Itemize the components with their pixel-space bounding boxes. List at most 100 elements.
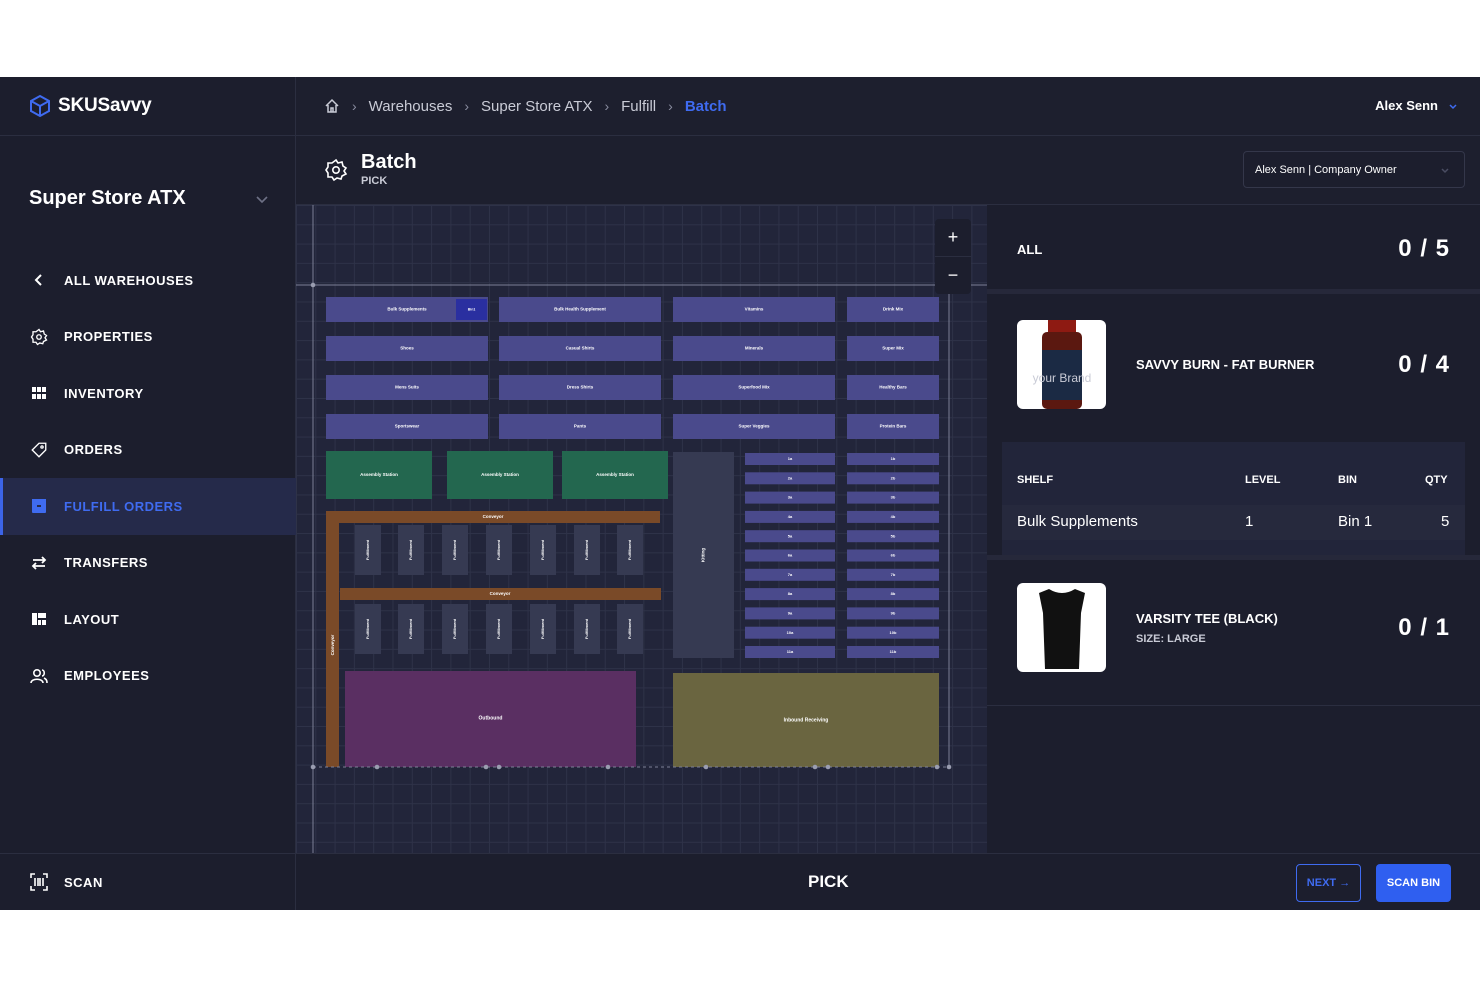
map-handle[interactable] bbox=[374, 764, 380, 770]
chevron-left-icon bbox=[30, 271, 48, 289]
table-row[interactable]: Bulk Supplements 1 Bin 1 5 bbox=[1002, 505, 1465, 540]
sidebar-item-all-warehouses[interactable]: ALL WAREHOUSES bbox=[0, 252, 296, 309]
shelf-label: Mens Suits bbox=[395, 385, 419, 390]
shelf-label: Casual Shirts bbox=[566, 346, 595, 351]
all-label: ALL bbox=[1017, 241, 1043, 257]
role-select[interactable]: Alex Senn | Company Owner bbox=[1243, 151, 1465, 188]
chevron-down-icon bbox=[1441, 168, 1449, 174]
shelf-label: Super Veggies bbox=[738, 424, 770, 429]
page-title: Batch bbox=[361, 151, 417, 173]
shelf-label: Bulk Health Supplement bbox=[554, 307, 606, 312]
user-menu[interactable]: Alex Senn bbox=[1375, 98, 1458, 113]
chevron-right-icon: › bbox=[464, 98, 469, 114]
list-item[interactable]: your Brand SAVVY BURN - FAT BURNER 0 / 4 bbox=[987, 320, 1480, 409]
sidebar-item-layout[interactable]: LAYOUT bbox=[0, 591, 296, 648]
map-handle[interactable] bbox=[703, 764, 709, 770]
divider bbox=[987, 555, 1480, 560]
zoom-out-button[interactable]: − bbox=[935, 256, 971, 293]
bin-label: 7b bbox=[891, 572, 896, 577]
warehouse-map[interactable]: Bulk Supplements Shoes Mens Suits Sportswea… bbox=[296, 205, 987, 853]
shelf-label: Superfood Mix bbox=[738, 385, 770, 390]
all-items-row[interactable]: ALL 0 / 5 bbox=[987, 209, 1480, 294]
fulfillment-label: Fulfillment bbox=[540, 539, 545, 560]
sidebar-item-label: INVENTORY bbox=[64, 385, 144, 401]
bin-label: 11b bbox=[890, 649, 897, 654]
inbound-label: Inbound Receiving bbox=[784, 717, 829, 723]
sidebar-item-transfers[interactable]: TRANSFERS bbox=[0, 535, 296, 592]
item-name: VARSITY TEE (BLACK) bbox=[1136, 610, 1278, 626]
chevron-down-icon bbox=[1449, 103, 1457, 109]
sidebar-item-label: EMPLOYEES bbox=[64, 668, 150, 684]
col-shelf-header: SHELF bbox=[1017, 474, 1054, 486]
list-item[interactable]: VARSITY TEE (BLACK) SIZE: LARGE 0 / 1 bbox=[987, 583, 1480, 672]
bin-label: 1b bbox=[891, 456, 896, 461]
shelf-label: Drink Mix bbox=[883, 307, 904, 312]
fulfillment-label: Fulfillment bbox=[627, 539, 632, 560]
supplement-bottle-image: your Brand bbox=[1032, 320, 1091, 409]
sidebar-item-fulfill-orders[interactable]: FULFILL ORDERS bbox=[0, 478, 296, 535]
map-handle[interactable] bbox=[310, 282, 316, 288]
kitting-label: Kitting bbox=[701, 548, 706, 562]
gear-icon[interactable] bbox=[324, 158, 348, 182]
next-button[interactable]: NEXT → bbox=[1296, 864, 1361, 902]
page-subtitle: PICK bbox=[361, 175, 388, 187]
sidebar-item-label: ORDERS bbox=[64, 442, 123, 458]
shelf-label: Bulk Supplements bbox=[387, 307, 427, 312]
cell-shelf: Bulk Supplements bbox=[1017, 513, 1138, 530]
map-handle[interactable] bbox=[812, 764, 818, 770]
zoom-controls: + − bbox=[935, 219, 971, 294]
outbound-label: Outbound bbox=[479, 715, 503, 721]
map-handle[interactable] bbox=[934, 764, 940, 770]
map-handle[interactable] bbox=[310, 764, 316, 770]
scan-button[interactable]: SCAN bbox=[0, 853, 296, 910]
cell-level: 1 bbox=[1245, 513, 1254, 530]
bin-label: 10b bbox=[890, 630, 897, 635]
home-icon[interactable] bbox=[324, 98, 340, 114]
app-window: SKUSavvy Super Store ATX ALL WAREHOUSES … bbox=[0, 77, 1480, 910]
breadcrumb-item-batch[interactable]: Batch bbox=[685, 98, 727, 115]
fulfillment-label: Fulfillment bbox=[627, 618, 632, 639]
box-icon bbox=[30, 497, 48, 515]
shelf-label: Minerals bbox=[745, 346, 764, 351]
chevron-down-icon bbox=[256, 195, 268, 203]
scan-label: SCAN bbox=[64, 874, 103, 890]
bin-label: 3a bbox=[788, 495, 793, 500]
fulfillment-label: Fulfillment bbox=[408, 539, 413, 560]
assembly-label: Assembly Station bbox=[596, 472, 634, 477]
sidebar-item-orders[interactable]: ORDERS bbox=[0, 422, 296, 479]
sidebar-item-label: ALL WAREHOUSES bbox=[64, 272, 194, 288]
shelf-label: Dress Shirts bbox=[567, 385, 594, 390]
zoom-in-button[interactable]: + bbox=[935, 219, 971, 256]
map-handle[interactable] bbox=[605, 764, 611, 770]
map-handle[interactable] bbox=[496, 764, 502, 770]
bin-label: 8b bbox=[891, 591, 896, 596]
breadcrumb-item-warehouses[interactable]: Warehouses bbox=[369, 98, 453, 115]
breadcrumb-item-fulfill[interactable]: Fulfill bbox=[621, 98, 656, 115]
bin-label: 10a bbox=[787, 630, 794, 635]
chevron-right-icon: › bbox=[604, 98, 610, 114]
bin-label: 6b bbox=[891, 553, 896, 558]
sidebar-item-employees[interactable]: EMPLOYEES bbox=[0, 648, 296, 705]
topbar: › Warehouses › Super Store ATX › Fulfill… bbox=[296, 77, 1480, 136]
store-selector[interactable]: Super Store ATX bbox=[29, 187, 269, 210]
fulfillment-label: Fulfillment bbox=[496, 539, 501, 560]
scan-bin-button[interactable]: SCAN BIN bbox=[1376, 864, 1451, 902]
map-handle[interactable] bbox=[825, 764, 831, 770]
users-icon bbox=[30, 667, 48, 685]
fulfillment-label: Fulfillment bbox=[540, 618, 545, 639]
bin-label: 11a bbox=[787, 649, 794, 654]
role-select-value: Alex Senn | Company Owner bbox=[1255, 163, 1397, 176]
fulfillment-label: Fulfillment bbox=[584, 618, 589, 639]
sidebar-item-inventory[interactable]: INVENTORY bbox=[0, 365, 296, 422]
bin-label: 9b bbox=[891, 610, 896, 615]
logo[interactable]: SKUSavvy bbox=[0, 77, 296, 136]
divider bbox=[987, 705, 1480, 706]
bin-label: 5b bbox=[891, 533, 896, 538]
warehouse-layout: Bulk Supplements Shoes Mens Suits Sportswea… bbox=[296, 205, 987, 853]
store-name: Super Store ATX bbox=[29, 187, 186, 209]
sidebar-item-properties[interactable]: PROPERTIES bbox=[0, 309, 296, 366]
breadcrumb-item-store[interactable]: Super Store ATX bbox=[481, 98, 592, 115]
bin-label: 4a bbox=[788, 514, 793, 519]
map-handle[interactable] bbox=[483, 764, 489, 770]
map-handle[interactable] bbox=[946, 764, 952, 770]
